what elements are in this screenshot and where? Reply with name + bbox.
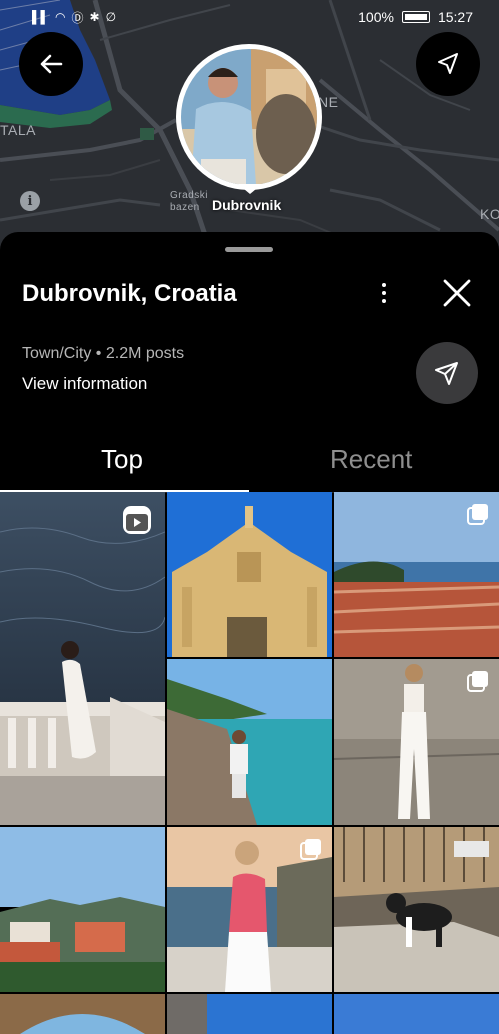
grid-post-2[interactable] (167, 492, 332, 657)
tab-bar: Top Recent (0, 432, 499, 493)
tab-recent[interactable]: Recent (330, 444, 412, 475)
pin-tail (238, 184, 262, 194)
clock: 15:27 (437, 9, 473, 25)
signal-icon: ▌▌ (32, 10, 50, 24)
battery-icon (401, 11, 430, 23)
data-icon: Ⓓ (71, 10, 84, 25)
status-bar: ▌▌ ◠ Ⓓ ✱ ∅ 100% 15:27 (0, 0, 499, 34)
grid-post-5[interactable] (334, 659, 499, 825)
grid-post-7[interactable] (167, 827, 332, 992)
more-options-icon[interactable] (372, 280, 396, 306)
map-label-ko: KO (480, 206, 499, 222)
back-button[interactable] (19, 32, 83, 96)
view-information-link[interactable]: View information (22, 374, 147, 394)
grid-post-6[interactable] (0, 827, 165, 992)
info-icon[interactable]: i (20, 191, 40, 211)
place-meta: Town/City • 2.2M posts (22, 345, 185, 362)
map-label-gradski-bazen: Gradski bazen (170, 190, 208, 214)
location-pin-photo[interactable] (176, 44, 322, 190)
status-icons: ▌▌ ◠ Ⓓ ✱ ∅ (32, 9, 116, 26)
arrow-left-icon (40, 54, 63, 74)
map-label-tala: TALA (0, 122, 36, 138)
grid-post-9[interactable] (0, 994, 165, 1034)
grid-post-3[interactable] (334, 492, 499, 657)
pin-photo (181, 49, 317, 185)
share-button[interactable] (416, 342, 478, 404)
map-label-bazen: bazen (170, 202, 200, 213)
close-icon[interactable] (440, 276, 474, 310)
navigation-arrow-icon (438, 53, 458, 74)
drag-handle[interactable] (225, 247, 273, 252)
grid-post-10[interactable] (167, 994, 332, 1034)
place-sheet: Dubrovnik, Croatia Town/City • 2.2M post… (0, 232, 499, 1034)
bluetooth-icon: ✱ (89, 10, 100, 24)
carousel-icon (300, 839, 321, 860)
map-label-gradski: Gradski (170, 190, 208, 201)
directions-button[interactable] (416, 32, 480, 96)
grid-post-8[interactable] (334, 827, 499, 992)
grid-post-1[interactable] (0, 492, 165, 825)
wifi-icon: ◠ (55, 10, 66, 24)
carousel-icon (467, 504, 488, 525)
send-icon (435, 362, 458, 385)
map-view[interactable]: ▌▌ ◠ Ⓓ ✱ ∅ 100% 15:27 TALA NE KO Gradski… (0, 0, 499, 250)
pin-label: Dubrovnik (212, 197, 282, 213)
carousel-icon (467, 671, 488, 692)
tab-top[interactable]: Top (101, 444, 143, 475)
battery-percent: 100% (358, 9, 394, 25)
mute-icon: ∅ (105, 10, 117, 24)
grid-post-11[interactable] (334, 994, 499, 1034)
place-title: Dubrovnik, Croatia (22, 280, 237, 307)
reels-icon (123, 506, 151, 534)
grid-post-4[interactable] (167, 659, 332, 825)
